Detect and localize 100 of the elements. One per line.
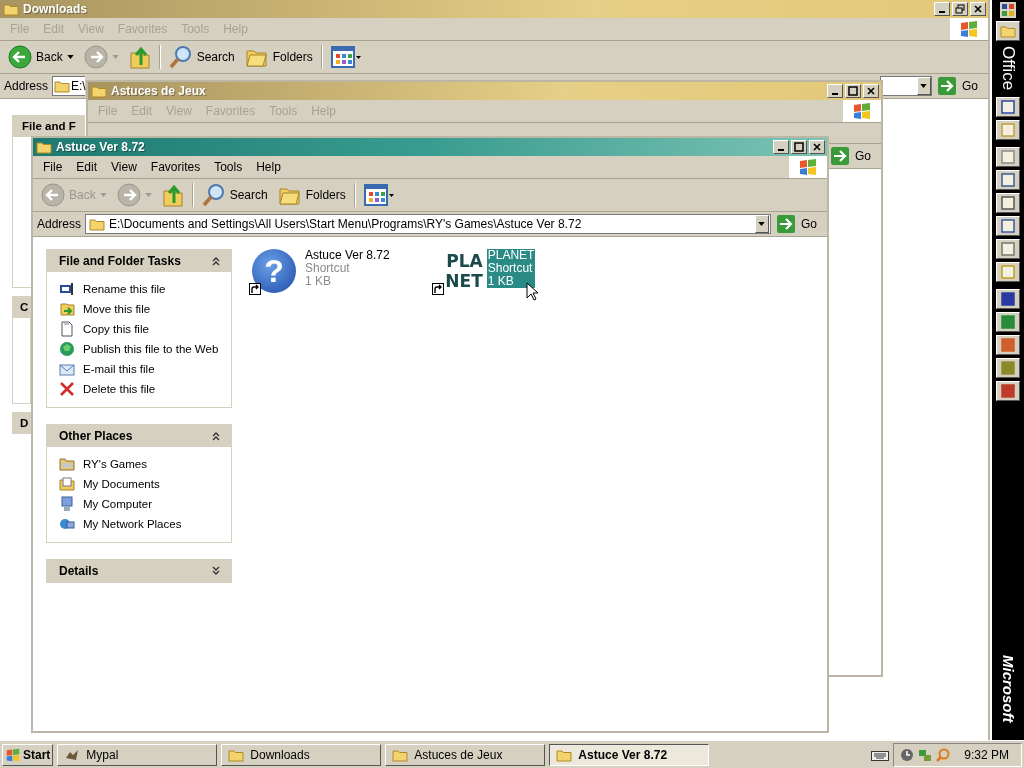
grid-icon[interactable] [1000,2,1016,18]
task-link[interactable]: Delete this file [59,381,221,397]
minimize-button[interactable] [773,140,789,154]
dropdown-button[interactable] [755,215,769,233]
minimize-button[interactable] [827,84,843,98]
taskbar-button[interactable]: Mypal [57,743,218,766]
bar-title: Office [998,45,1018,93]
taskbar-button[interactable]: Astuce Ver 8.72 [549,743,710,766]
folder-icon [89,217,106,231]
close-icon [973,4,983,14]
move-icon [59,301,75,317]
app-shortcut-button[interactable] [996,381,1020,402]
app-shortcut-button[interactable] [996,335,1020,356]
address-field[interactable]: E:\Documents and Settings\All Users\Start Menu\Programs\RY's Games\Astuce Ver 8.72 [85,214,771,234]
task-link[interactable]: Publish this file to the Web [59,341,221,357]
app-icon [1001,100,1015,115]
task-link[interactable]: Rename this file [59,281,221,297]
task-link[interactable]: Copy this file [59,321,221,337]
go-button[interactable]: Go [936,77,984,95]
taskbar-button[interactable]: Downloads [221,743,382,766]
app-shortcut-button[interactable] [996,262,1020,283]
go-button[interactable]: Go [775,215,823,233]
window-title: Astuces de Jeux [111,84,207,98]
task-link[interactable]: My Documents [59,476,221,492]
pane-header[interactable]: File and F [12,115,85,137]
restore-icon [955,4,965,14]
app-icon [1001,265,1015,280]
task-link[interactable]: My Network Places [59,516,221,532]
collapse-icon[interactable] [211,256,221,266]
maximize-icon [794,142,804,152]
app-shortcut-button[interactable] [996,289,1020,310]
pane-header[interactable]: File and Folder Tasks [47,250,231,272]
search-button[interactable]: Search [197,181,272,209]
pane-header[interactable]: Details [47,560,231,582]
windows-flag-icon [5,747,21,762]
folders-button[interactable]: Folders [273,182,350,208]
mail-icon [59,361,75,377]
menu-item[interactable]: Help [250,160,289,174]
window-title: Astuce Ver 8.72 [56,140,146,154]
expand-icon[interactable] [211,566,221,576]
shortcut-arrow-icon [431,283,444,295]
app-shortcut-button[interactable] [996,358,1020,379]
app-shortcut-button[interactable] [996,97,1020,118]
app-shortcut-button[interactable] [996,239,1020,260]
dropdown-button[interactable] [917,77,931,95]
brand-text: Microsoft [999,654,1017,722]
minimize-icon [832,93,838,95]
folder-button[interactable] [996,21,1020,41]
clock-icon[interactable] [900,747,915,762]
pane-header[interactable]: Other Places [47,425,231,447]
file-label[interactable]: Astuce Ver 8.72 Shortcut 1 KB [304,249,391,288]
search-button[interactable]: Search [164,43,239,71]
app-icon [1001,384,1015,399]
menu-item[interactable]: Edit [70,160,106,174]
close-button[interactable] [863,84,879,98]
pane-header[interactable]: D [12,412,31,434]
minimize-button[interactable] [934,2,950,16]
menu-item[interactable]: View [105,160,145,174]
address-field[interactable]: E:\ [52,76,86,96]
folder-icon [59,456,75,472]
menu-item[interactable]: File [37,160,71,174]
app-shortcut-button[interactable] [996,216,1020,237]
app-shortcut-button[interactable] [996,120,1020,141]
maximize-button[interactable] [791,140,807,154]
go-button[interactable]: Go [829,147,877,165]
search-icon [168,45,193,69]
file-name: PLANET [487,249,535,262]
menu-item[interactable]: Tools [208,160,251,174]
menu-item[interactable]: Favorites [144,160,209,174]
caret-icon [66,55,74,59]
pane-header[interactable]: C [12,296,31,318]
app-shortcut-button[interactable] [996,147,1020,168]
start-button[interactable]: Start [2,743,54,766]
address-field[interactable] [880,76,932,96]
folder-icon [3,2,19,16]
caret-icon [920,84,928,88]
task-link[interactable]: My Computer [59,496,221,512]
maximize-button[interactable] [845,84,861,98]
computer-icon [59,496,75,512]
task-link[interactable]: E-mail this file [59,361,221,377]
restore-button[interactable] [952,2,968,16]
back-button[interactable]: Back [4,43,78,71]
pane-title: File and F [22,120,76,132]
file-label[interactable]: PLANET Shortcut 1 KB [486,249,536,288]
close-button[interactable] [970,2,986,16]
cursor-icon [526,282,538,301]
collapse-icon[interactable] [211,431,221,441]
close-button[interactable] [809,140,825,154]
app-shortcut-button[interactable] [996,170,1020,191]
keyboard-icon[interactable] [871,748,890,761]
file-name: Astuce Ver 8.72 [305,249,390,262]
file-size: 1 KB [305,275,332,288]
task-link[interactable]: RY's Games [59,456,221,472]
taskbar-button[interactable]: Astuces de Jeux [385,743,546,766]
task-link[interactable]: Move this file [59,301,221,317]
app-shortcut-button[interactable] [996,193,1020,214]
folder-icon [392,747,409,762]
folders-button[interactable]: Folders [240,44,317,70]
app-shortcut-button[interactable] [996,312,1020,333]
app-icon [1001,338,1015,353]
